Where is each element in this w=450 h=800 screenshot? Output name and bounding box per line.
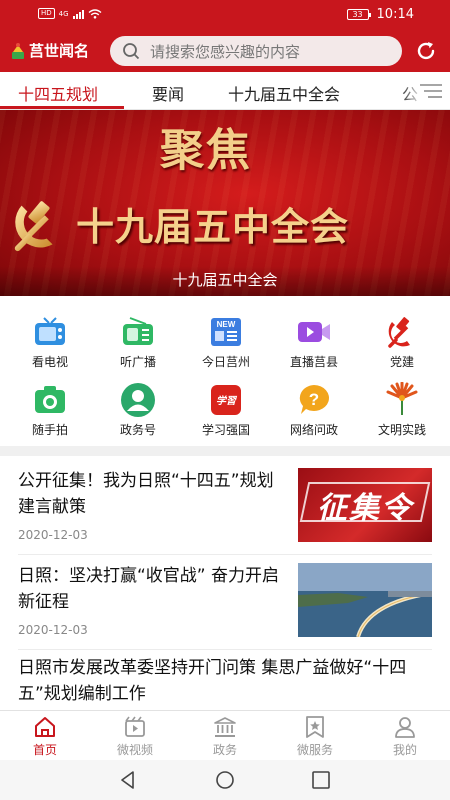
- news-date: 2020-12-03: [18, 528, 88, 542]
- status-right: 33 10:14: [346, 7, 414, 22]
- nav-label: 政务: [212, 743, 237, 757]
- civilization-icon: [386, 382, 418, 415]
- camera-icon: [35, 386, 65, 413]
- app-screen: HD 4G 33 10:14 莒世闻名 请搜索您感兴趣的内容 十四五规划 要闻 …: [0, 0, 450, 800]
- party-emblem-icon: [14, 201, 53, 252]
- news-divider: [18, 649, 432, 650]
- section-separator: [0, 446, 450, 456]
- shortcut-label: 网络问政: [289, 423, 338, 437]
- home-button-icon[interactable]: [215, 770, 235, 790]
- svg-text:?: ?: [309, 390, 319, 409]
- shortcut-label: 学习强国: [201, 423, 250, 437]
- recents-icon[interactable]: [311, 770, 331, 790]
- signal-icon: [72, 9, 84, 19]
- app-header: 莒世闻名 请搜索您感兴趣的内容: [0, 34, 450, 70]
- thumb-text: 征集令: [317, 491, 413, 526]
- nav-label: 微服务: [296, 743, 333, 757]
- shortcut-watch-tv[interactable]: 看电视: [5, 314, 95, 374]
- back-icon[interactable]: [118, 770, 138, 790]
- featured-banner[interactable]: 聚焦 十九届五中全会 十九届五中全会: [0, 110, 450, 296]
- shortcut-gov-account[interactable]: 政务号: [93, 382, 183, 442]
- network-type: 4G: [58, 9, 69, 18]
- refresh-icon[interactable]: [414, 39, 438, 63]
- wifi-icon: [88, 8, 101, 19]
- nav-mine[interactable]: 我的: [360, 715, 450, 758]
- government-building-icon: [214, 717, 236, 737]
- shortcut-label: 随手拍: [31, 423, 68, 437]
- xuexi-badge: 学習: [216, 395, 238, 407]
- search-placeholder: 请搜索您感兴趣的内容: [150, 42, 301, 61]
- battery-icon: 33: [346, 9, 371, 20]
- shortcut-label: 政务号: [119, 423, 156, 437]
- nav-label: 首页: [32, 743, 57, 757]
- question-icon: ?: [299, 385, 329, 414]
- news-title: 日照：坚决打赢“收官战” 奋力开启新征程: [18, 566, 280, 612]
- star-card-icon: [306, 716, 324, 738]
- shortcut-label: 看电视: [31, 355, 68, 369]
- tab-menu-icon[interactable]: [420, 83, 442, 99]
- tab-fifth-plenary[interactable]: 十九届五中全会: [228, 81, 340, 105]
- search-icon: [123, 43, 140, 60]
- nav-label: 我的: [392, 743, 417, 757]
- bottom-nav: 首页 微视频 政务 微服务 我的: [0, 710, 450, 760]
- bridge-scene-icon: [298, 563, 432, 637]
- shortcut-civilization[interactable]: 文明实践: [357, 382, 447, 442]
- news-divider: [18, 554, 432, 555]
- collection-order-image: 征集令: [298, 468, 432, 542]
- nav-government[interactable]: 政务: [180, 715, 270, 758]
- party-emblem-icon: [388, 317, 410, 348]
- shortcut-live-juxian[interactable]: 直播莒县: [269, 314, 359, 374]
- shortcut-party-building[interactable]: 党建: [357, 314, 447, 374]
- news-title: 日照市发展改革委坚持开门问策 集思广益做好“十四五”规划编制工作: [18, 658, 407, 704]
- top-bar: HD 4G 33 10:14 莒世闻名 请搜索您感兴趣的内容: [0, 0, 450, 72]
- shortcut-label: 直播莒县: [289, 355, 338, 369]
- news-icon: NEW: [211, 318, 241, 346]
- app-logo[interactable]: 莒世闻名: [10, 40, 89, 61]
- system-nav-bar: [0, 760, 450, 800]
- news-badge: NEW: [217, 320, 236, 329]
- banner-main-title: 十九届五中全会: [76, 204, 350, 249]
- category-tabs: 十四五规划 要闻 十九届五中全会 公: [0, 72, 450, 110]
- shortcut-label: 党建: [389, 355, 414, 369]
- shortcut-online-inquiry[interactable]: ? 网络问政: [269, 382, 359, 442]
- banner-caption: 十九届五中全会: [172, 271, 278, 289]
- shortcut-label: 文明实践: [377, 423, 426, 437]
- nav-micro-video[interactable]: 微视频: [90, 715, 180, 758]
- person-icon: [121, 383, 155, 417]
- shortcut-today-juzhou[interactable]: NEW 今日莒州: [181, 314, 271, 374]
- clock: 10:14: [376, 7, 414, 22]
- tab-14th-five-year-plan[interactable]: 十四五规划: [18, 81, 98, 105]
- shortcut-radio[interactable]: 听广播: [93, 314, 183, 374]
- radio-icon: [123, 317, 153, 345]
- banner-headline: 聚焦: [160, 125, 252, 176]
- nav-micro-service[interactable]: 微服务: [270, 715, 360, 758]
- status-left: HD 4G: [38, 8, 102, 19]
- shortcut-grid: 看电视 听广播 NEW 今日莒州 直播莒县 党建 随手拍 政务号 学習 学习强国…: [0, 296, 450, 446]
- app-name: 莒世闻名: [29, 42, 90, 60]
- logo-icon: [12, 42, 24, 59]
- status-bar: HD 4G 33 10:14: [0, 0, 450, 30]
- tab-key-news[interactable]: 要闻: [152, 81, 184, 105]
- shortcut-xuexi[interactable]: 学習 学习强国: [181, 382, 271, 442]
- news-title: 公开征集！我为日照“十四五”规划建言献策: [18, 471, 274, 517]
- shortcut-label: 听广播: [119, 355, 156, 369]
- user-icon: [395, 717, 415, 738]
- nav-label: 微视频: [116, 743, 153, 757]
- nav-home[interactable]: 首页: [0, 715, 90, 758]
- home-icon: [35, 717, 55, 737]
- video-clapper-icon: [125, 716, 145, 737]
- live-video-icon: [298, 322, 330, 342]
- active-tab-indicator: [0, 106, 124, 109]
- coastal-bridge-image: [298, 563, 432, 637]
- news-date: 2020-12-03: [18, 623, 88, 637]
- shortcut-snapshot[interactable]: 随手拍: [5, 382, 95, 442]
- hd-badge: HD: [38, 8, 55, 19]
- shortcut-label: 今日莒州: [201, 355, 250, 369]
- xuexi-icon: 学習: [211, 385, 241, 415]
- search-bar[interactable]: 请搜索您感兴趣的内容: [110, 36, 402, 66]
- tv-icon: [35, 317, 65, 345]
